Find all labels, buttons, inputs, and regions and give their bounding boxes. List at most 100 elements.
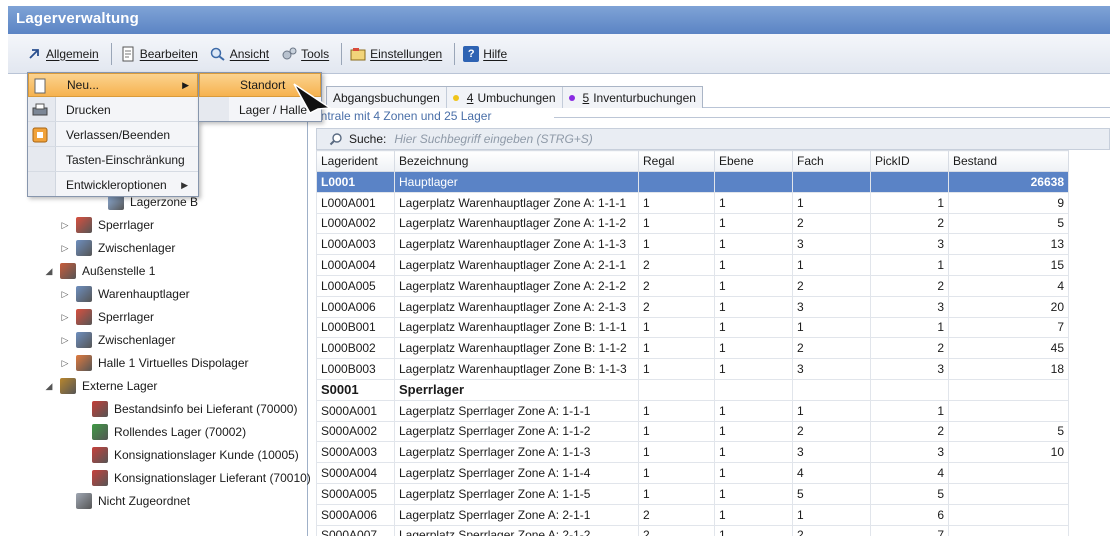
table-cell: 2 [792,337,871,360]
table-cell: 3 [870,233,949,256]
column-header[interactable]: Ebene [714,150,793,172]
menu-item-standort-label: Standort [240,78,286,92]
column-header[interactable]: Lagerident [316,150,395,172]
table-row[interactable]: L000A001 Lagerplatz Warenhauptlager Zone … [316,191,1069,214]
menu-bearbeiten[interactable]: Bearbeiten [116,40,202,68]
external-icon [60,378,76,394]
table-cell [638,171,715,193]
group-row[interactable]: S0001 Sperrlager [316,378,1069,401]
table-row[interactable]: L000A005 Lagerplatz Warenhauptlager Zone … [316,274,1069,297]
table-cell [948,524,1069,536]
table-cell: 1 [792,503,871,526]
menu-separator [341,42,343,65]
table-cell: 1 [714,420,793,443]
menu-item-drucken[interactable]: Drucken [28,98,198,122]
consignment-icon [92,470,108,486]
table-cell: 2 [870,337,949,360]
expand-toggle-icon[interactable]: ▷ [60,312,70,323]
storage-grid: Lagerident Bezeichnung Regal Ebene Fach PickI… [316,150,1069,536]
menu-item-tasten[interactable]: Tasten-Einschränkung [28,148,198,172]
tab-inventurbuchungen[interactable]: 5 Inventurbuchungen [563,87,702,108]
warehouse-icon [76,240,92,256]
table-cell: S000A006 [316,503,395,526]
tree-node[interactable]: ◢ Außenstelle 1 [44,261,155,281]
tree-node[interactable]: ▷ Zwischenlager [60,330,175,350]
exit-icon [32,127,48,143]
column-header[interactable]: Regal [638,150,715,172]
tree-node[interactable]: ▷ Zwischenlager [60,238,175,258]
expand-toggle-icon[interactable]: ▷ [60,289,70,300]
tree-node[interactable]: ▷ Warenhauptlager [60,284,190,304]
table-cell: 1 [638,420,715,443]
table-row[interactable]: S000A003 Lagerplatz Sperrlager Zone A: 1-… [316,441,1069,464]
tab-umbuchungen-label: Umbuchungen [477,90,556,105]
tree-node[interactable]: Bestandsinfo bei Lieferant (70000) [76,399,297,419]
main-content: Abgangsbuchungen 4 Umbuchungen 5 Inventu… [314,82,1110,536]
table-row[interactable]: L000B002 Lagerplatz Warenhauptlager Zone … [316,337,1069,360]
table-row[interactable]: S000A005 Lagerplatz Sperrlager Zone A: 1-… [316,482,1069,505]
expand-toggle-icon[interactable]: ▷ [60,220,70,231]
column-header[interactable]: PickID [870,150,949,172]
column-header[interactable]: Bezeichnung [394,150,639,172]
table-cell: 1 [792,191,871,214]
expand-toggle-icon[interactable]: ▷ [60,335,70,346]
menu-item-entwickler[interactable]: Entwickleroptionen ▶ [28,173,198,197]
table-row[interactable]: S000A004 Lagerplatz Sperrlager Zone A: 1-… [316,462,1069,484]
expand-toggle-icon[interactable]: ◢ [44,266,54,277]
table-row[interactable]: L000A004 Lagerplatz Warenhauptlager Zone … [316,254,1069,276]
search-bar: Suche: [316,128,1110,150]
table-cell: 2 [870,212,949,235]
table-row[interactable]: L000B003 Lagerplatz Warenhauptlager Zone … [316,358,1069,380]
menu-hilfe[interactable]: ? Hilfe [459,40,511,68]
expand-toggle-icon[interactable]: ▷ [60,243,70,254]
tree-node[interactable]: ▷ Sperrlager [60,307,154,327]
column-header[interactable]: Bestand [948,150,1069,172]
table-cell: 2 [870,274,949,297]
tree-node[interactable]: ▷ Halle 1 Virtuelles Dispolager [60,353,249,373]
table-row[interactable]: L0001 Hauptlager 26638 [316,171,1069,193]
table-row[interactable]: L000A006 Lagerplatz Warenhauptlager Zone … [316,295,1069,318]
tree-node[interactable]: Konsignationslager Lieferant (70010) [76,468,311,488]
table-cell [948,462,1069,484]
table-cell: L000A005 [316,274,395,297]
table-cell: 3 [870,295,949,318]
tree-node[interactable]: Konsignationslager Kunde (10005) [76,445,299,465]
menu-allgemein[interactable]: Allgemein [22,40,103,68]
table-cell: Lagerplatz Sperrlager Zone A: 2-1-2 [394,524,639,536]
search-input[interactable] [394,132,695,146]
tree-node[interactable]: Nicht Zugeordnet [60,491,190,511]
table-row[interactable]: L000A002 Lagerplatz Warenhauptlager Zone … [316,212,1069,235]
table-row[interactable]: S000A006 Lagerplatz Sperrlager Zone A: 2-… [316,503,1069,526]
tab-umbuchungen[interactable]: 4 Umbuchungen [447,87,563,108]
menu-ansicht[interactable]: Ansicht [206,40,273,68]
table-row[interactable]: S000A007 Lagerplatz Sperrlager Zone A: 2-… [316,524,1069,536]
table-cell: Sperrlager [394,378,639,401]
table-row[interactable]: L000A003 Lagerplatz Warenhauptlager Zone … [316,233,1069,256]
tree-node[interactable]: Rollendes Lager (70002) [76,422,246,442]
search-label: Suche: [349,132,387,146]
table-cell: 1 [638,462,715,484]
menu-item-verlassen[interactable]: Verlassen/Beenden [28,123,198,147]
table-cell: 5 [948,420,1069,443]
group-label: entrale mit 4 Zonen und 25 Lager [314,109,492,123]
tools-icon [281,46,297,62]
menu-einstellungen[interactable]: Einstellungen [346,40,446,68]
table-cell: Lagerplatz Warenhauptlager Zone A: 2-1-1 [394,254,639,276]
table-cell: 1 [792,399,871,422]
table-row[interactable]: S000A001 Lagerplatz Sperrlager Zone A: 1-… [316,399,1069,422]
tree-node[interactable]: ◢ Externe Lager [44,376,157,396]
menu-item-neu[interactable]: Neu... ▶ [28,73,198,97]
column-header[interactable]: Fach [792,150,871,172]
table-cell: 1 [714,482,793,505]
table-cell: S000A007 [316,524,395,536]
table-cell: Lagerplatz Warenhauptlager Zone B: 1-1-1 [394,316,639,339]
tree-node[interactable]: ▷ Sperrlager [60,215,154,235]
table-row[interactable]: L000B001 Lagerplatz Warenhauptlager Zone … [316,316,1069,339]
table-row[interactable]: S000A002 Lagerplatz Sperrlager Zone A: 1-… [316,420,1069,443]
expand-toggle-icon[interactable]: ▷ [60,358,70,369]
submenu-arrow-icon: ▶ [182,79,189,90]
menu-tools[interactable]: Tools [277,40,333,68]
expand-toggle-icon[interactable]: ◢ [44,381,54,392]
supplier-icon [92,401,108,417]
tab-abgangsbuchungen[interactable]: Abgangsbuchungen [327,87,447,108]
